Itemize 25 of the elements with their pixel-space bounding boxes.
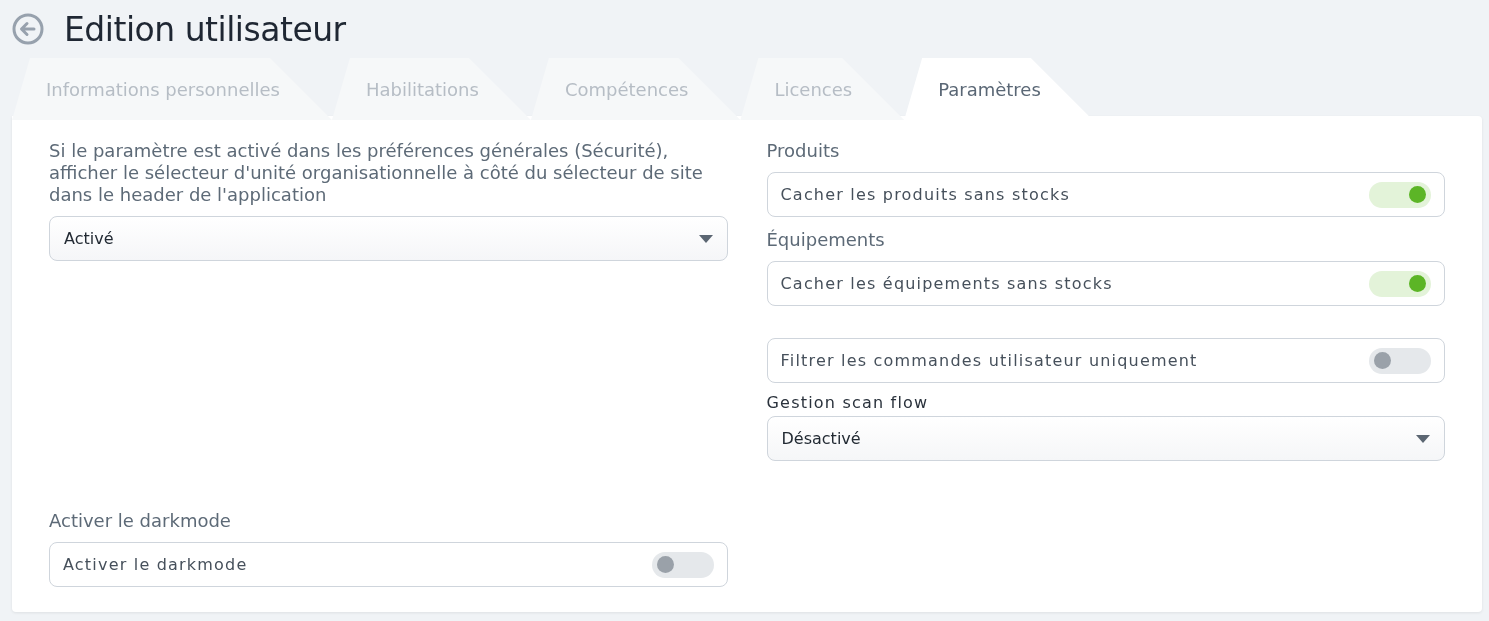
tab[interactable]: Compétences bbox=[530, 58, 741, 120]
section-heading: Produits bbox=[766, 140, 841, 162]
toggle-switch[interactable] bbox=[651, 551, 714, 578]
toggle-switch[interactable] bbox=[1369, 181, 1431, 208]
tab[interactable]: Informations personnelles bbox=[12, 58, 332, 120]
tab[interactable]: Paramètres bbox=[904, 58, 1093, 120]
field-label: Gestion scan flow bbox=[766, 393, 930, 412]
section-heading: Activer le darkmode bbox=[49, 510, 232, 532]
dropdown-field[interactable]: Désactivé bbox=[766, 416, 1445, 461]
page-title: Edition utilisateur bbox=[64, 9, 346, 49]
toggle-label: Filtrer les commandes utilisateur uniquement bbox=[780, 351, 1198, 370]
dropdown-field[interactable]: Activé bbox=[49, 216, 728, 261]
toggle-label: Activer le darkmode bbox=[63, 555, 248, 574]
tab[interactable]: Habilitations bbox=[331, 58, 531, 120]
dropdown-value: Activé bbox=[64, 229, 114, 248]
dropdown-value: Désactivé bbox=[781, 429, 861, 448]
section-heading: Équipements bbox=[766, 229, 886, 251]
toggle-label: Cacher les produits sans stocks bbox=[780, 185, 1070, 204]
toggle-switch[interactable] bbox=[1369, 347, 1431, 374]
caret-icon bbox=[698, 234, 713, 243]
caret-icon bbox=[1416, 434, 1430, 443]
toggle-switch[interactable] bbox=[1369, 270, 1431, 297]
toggle-label: Cacher les équipements sans stocks bbox=[780, 274, 1113, 293]
section-heading: Si le paramètre est activé dans les préférences générales (Sécurité), afficher le sélecteur d'unité organisationnelle à côté du sélecteur de site dans le header de l'application bbox=[49, 140, 704, 206]
tab[interactable]: Licences bbox=[740, 58, 905, 120]
